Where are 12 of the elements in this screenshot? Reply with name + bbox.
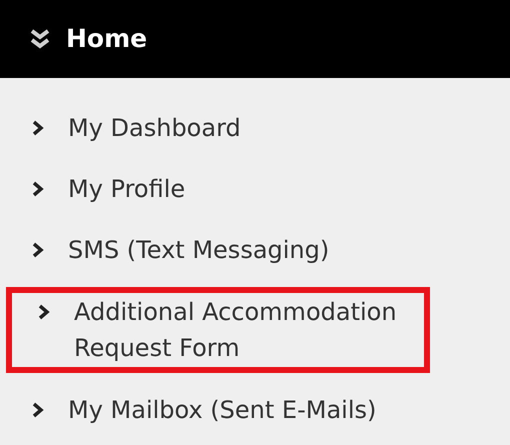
- chevron-icon: [32, 120, 44, 136]
- menu-item[interactable]: My Profile: [0, 165, 510, 213]
- menu-item[interactable]: My Mailbox (Sent E-Mails): [0, 386, 510, 434]
- chevron-icon: [32, 242, 44, 258]
- chevron-icon: [38, 304, 50, 320]
- header-title: Home: [66, 23, 148, 56]
- menu-item[interactable]: My Dashboard: [0, 104, 510, 152]
- double-chevron-icon: [30, 28, 50, 50]
- highlighted-menu-item[interactable]: Additional Accommodation Request Form: [6, 287, 430, 373]
- chevron-icon: [32, 181, 44, 197]
- menu-item[interactable]: SMS (Text Messaging): [0, 226, 510, 274]
- chevron-icon: [32, 402, 44, 418]
